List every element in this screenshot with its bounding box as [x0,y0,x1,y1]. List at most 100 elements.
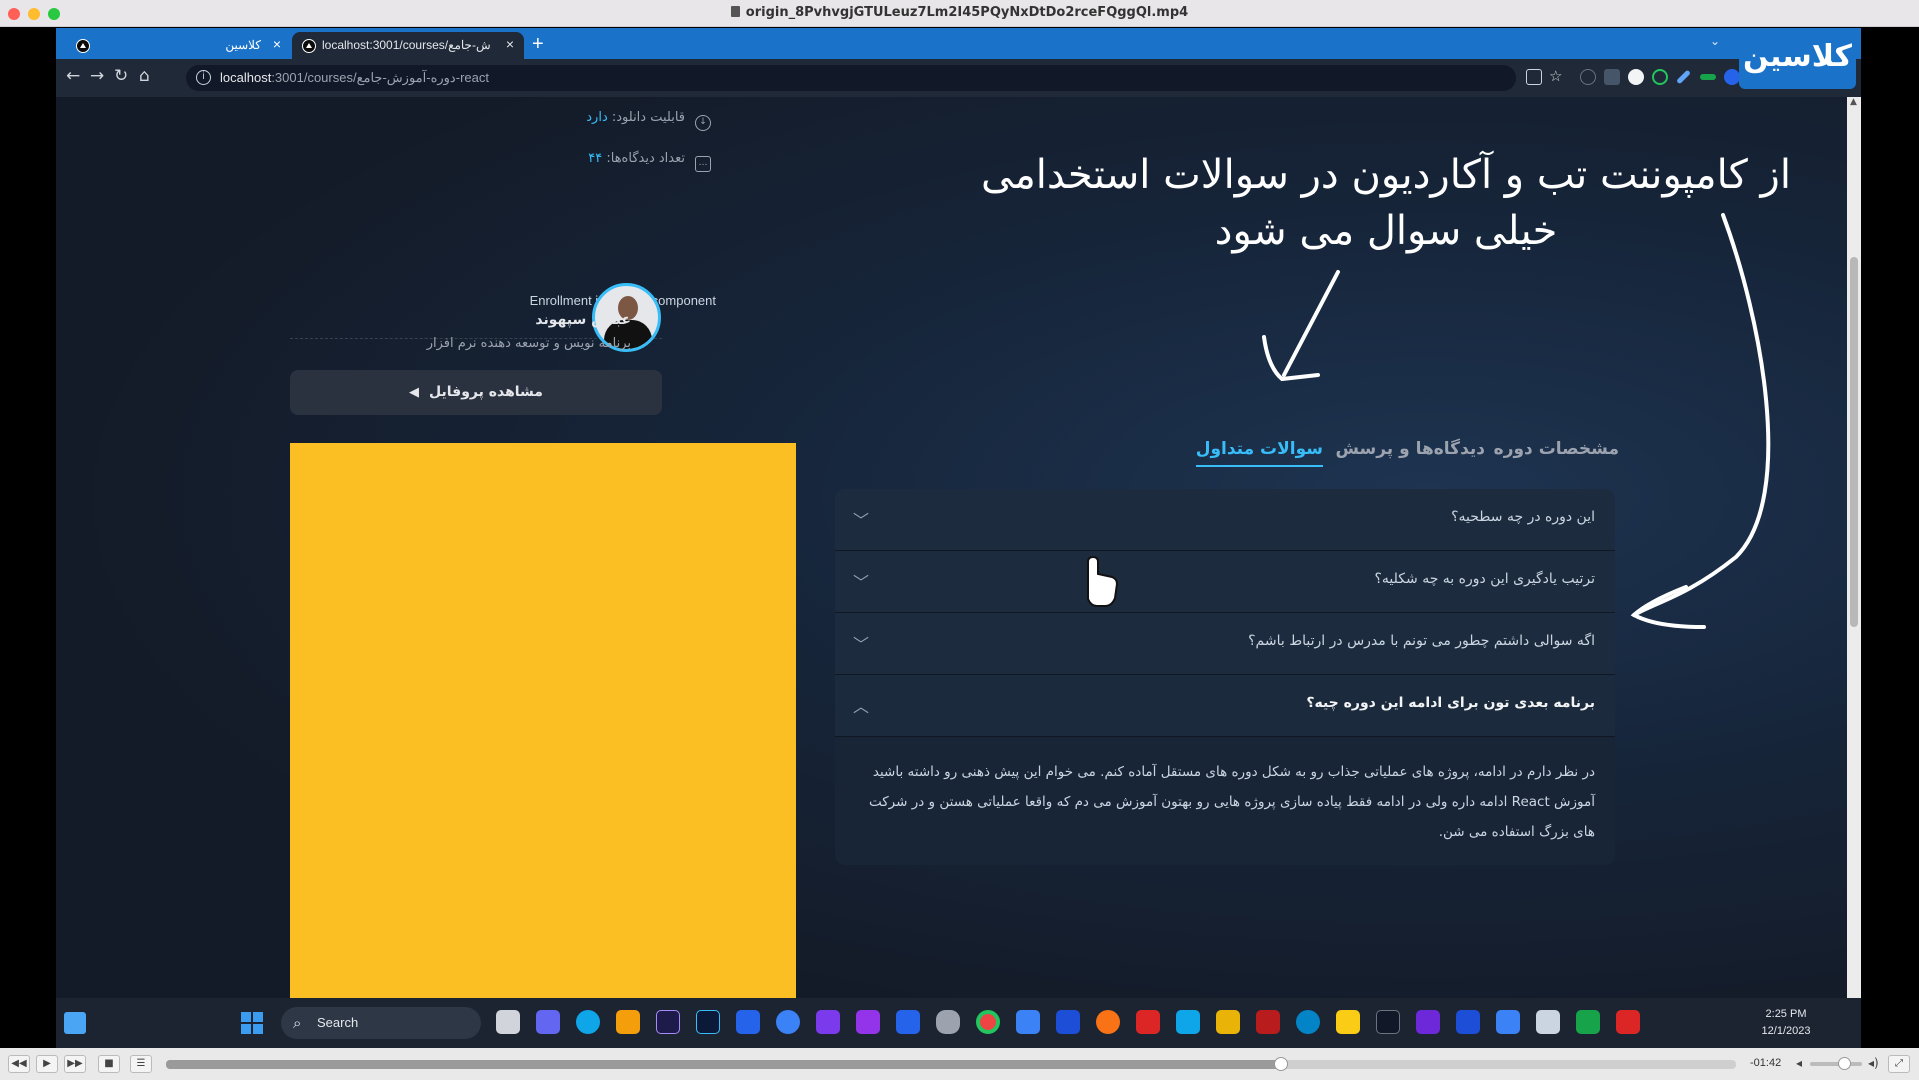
word-icon[interactable] [896,1010,920,1034]
profile-extension-icon[interactable] [1724,69,1740,85]
vscode-icon[interactable] [736,1010,760,1034]
chevron-down-icon: ﹀ [853,573,870,592]
volume-high-icon[interactable]: ◂) [1868,1056,1879,1070]
snipping-icon[interactable] [1136,1010,1160,1034]
site-favicon-icon [302,39,316,53]
download-value: دارد [586,110,608,125]
arrow-to-tabs [1282,270,1340,377]
chrome-dev-icon[interactable] [1096,1010,1120,1034]
bookmark-star-icon[interactable]: ☆ [1549,67,1562,85]
faq-item[interactable]: اگه سوالی داشتم چطور می تونم با مدرس در … [835,613,1615,675]
skype-icon[interactable] [1296,1010,1320,1034]
tab-comments[interactable]: دیدگاه‌ها و پرسش [1335,439,1485,459]
task-view-icon[interactable] [496,1010,520,1034]
shield-icon[interactable] [1256,1010,1280,1034]
fullscreen-icon[interactable]: ⤢ [1888,1055,1910,1073]
kelasin-logo: کلاسین [1739,29,1856,89]
arrow-left-icon: ◀ [409,385,420,400]
home-icon[interactable]: ⌂ [139,66,150,86]
volume-low-icon[interactable]: ◂ [1796,1056,1802,1070]
close-tab-icon[interactable]: × [273,36,281,52]
seek-bar-knob[interactable] [1273,1057,1288,1071]
faq-item[interactable]: ترتیب یادگیری این دوره به چه شکلیه؟ ﹀ [835,551,1615,613]
back-arrow-icon[interactable]: ← [66,66,80,86]
terminal-icon[interactable] [1376,1010,1400,1034]
site-info-icon[interactable]: i [196,70,211,85]
extension-ring-icon[interactable] [1652,69,1668,85]
telegram-icon[interactable] [776,1010,800,1034]
faq-item[interactable]: این دوره در چه سطحیه؟ ﹀ [835,489,1615,551]
extension-badge-icon[interactable] [1700,74,1716,80]
reload-icon[interactable]: ↻ [114,66,128,86]
visual-studio-icon[interactable] [816,1010,840,1034]
extension-new-icon[interactable] [1604,69,1620,85]
window-title: origin_8PvhvgjGTULeuz7Lm2I45PQyNxDtDo2rc… [0,5,1919,20]
audition-icon[interactable] [656,1010,680,1034]
new-tab-icon[interactable]: + [532,33,544,56]
teams-icon[interactable] [536,1010,560,1034]
paint-icon[interactable] [1176,1010,1200,1034]
app-icon[interactable] [1056,1010,1080,1034]
fast-forward-icon[interactable]: ▶▶ [64,1055,86,1073]
playlist-icon[interactable]: ☰ [130,1055,152,1073]
notepad-icon[interactable] [1496,1010,1520,1034]
volume-slider[interactable] [1810,1057,1862,1070]
teacher-role: برنامه نویس و توسعه دهنده نرم افزار [426,336,631,351]
remaining-time: -01:42 [1750,1057,1782,1069]
browser-tab-active[interactable]: localhost:3001/courses/ش-جامع × [292,32,524,59]
extension-circle-icon[interactable] [1628,69,1644,85]
tab-faq[interactable]: سوالات متداول [1195,439,1323,467]
volume-knob[interactable] [1837,1057,1851,1070]
python-icon[interactable] [1216,1010,1240,1034]
remote-desktop-icon[interactable] [1456,1010,1480,1034]
view-profile-button[interactable]: مشاهده پروفایل◀ [290,370,662,415]
download-row: ↓قابلیت دانلود: دارد [291,110,711,131]
windows-start-icon[interactable] [241,1012,263,1034]
taskbar-search[interactable]: ⌕ Search [281,1007,481,1039]
download-icon: ↓ [695,115,711,131]
chevron-down-icon: ﹀ [853,635,870,654]
database-icon[interactable] [936,1010,960,1034]
play-icon[interactable]: ▶ [36,1055,58,1073]
windows-taskbar: ⌕ Search 2:25 PM 12/1/2023 [56,998,1861,1048]
extension-icon[interactable] [1580,69,1596,85]
scrollbar-thumb[interactable] [1850,257,1858,627]
chrome-icon[interactable] [976,1010,1000,1034]
camtasia-icon[interactable] [1576,1010,1600,1034]
forward-arrow-icon[interactable]: → [90,66,104,86]
extension-pen-icon[interactable] [1676,69,1691,85]
image-viewer-icon[interactable] [1536,1010,1560,1034]
search-icon: ⌕ [293,1014,302,1032]
faq-answer: در نظر دارم در ادامه، پروژه های عملیاتی … [835,737,1615,865]
seek-bar[interactable] [166,1057,1736,1071]
taskbar-clock[interactable]: 2:25 PM 12/1/2023 [1746,1006,1826,1040]
recorder-icon[interactable] [1616,1010,1640,1034]
faq-accordion: این دوره در چه سطحیه؟ ﹀ ترتیب یادگیری ای… [835,489,1615,865]
tab-course-specs[interactable]: مشخصات دوره [1494,439,1619,459]
rewind-icon[interactable]: ◀◀ [8,1055,30,1073]
address-bar[interactable]: i localhost:3001/courses/دوره-آموزش-جامع… [186,65,1516,91]
stop-icon[interactable]: ■ [98,1055,120,1073]
browser-tab-kelasin[interactable]: کلاسین × [66,32,291,59]
onenote-icon[interactable] [856,1010,880,1034]
comments-count-row: …تعداد دیدگاه‌ها: ۴۴ [291,151,711,172]
handwritten-annotation: از کامپوننت تب و آکاردیون در سوالات استخ… [956,147,1816,259]
scroll-up-icon[interactable]: ▲ [1850,97,1857,107]
app-icon[interactable] [1416,1010,1440,1034]
browser-tab-bar: کلاسین × localhost:3001/courses/ش-جامع ×… [56,28,1861,59]
annotation-line-2: خیلی سوال می شود [1214,208,1558,254]
faq-item-open[interactable]: برنامه بعدی تون برای ادامه این دوره چیه؟… [835,675,1615,737]
close-tab-icon[interactable]: × [506,36,514,52]
share-icon[interactable] [1526,69,1542,85]
page-scrollbar[interactable]: ▲ ▼ [1847,97,1861,1010]
todo-icon[interactable] [1016,1010,1040,1034]
address-bar-url: localhost:3001/courses/دوره-آموزش-جامع-r… [220,70,489,85]
photoshop-icon[interactable] [696,1010,720,1034]
faq-question: ترتیب یادگیری این دوره به چه شکلیه؟ [1374,571,1595,587]
widgets-icon[interactable] [64,1012,86,1034]
file-explorer-icon[interactable] [616,1010,640,1034]
edge-icon[interactable] [576,1010,600,1034]
tab-label: کلاسین [225,38,261,52]
sticky-notes-icon[interactable] [1336,1010,1360,1034]
tab-search-chevron-icon[interactable]: ⌄ [1710,34,1720,48]
